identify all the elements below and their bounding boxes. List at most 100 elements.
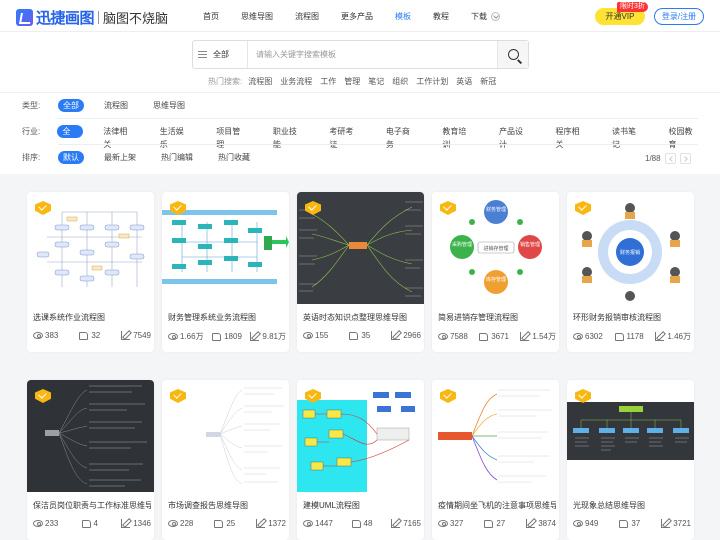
edit-icon [250,332,260,341]
filter-type-flowchart[interactable]: 流程图 [99,99,133,112]
hot-search-item[interactable]: 管理 [344,76,360,87]
template-title[interactable]: 市场调查报告思维导图 [168,500,286,511]
filter-type-mindmap[interactable]: 思维导图 [148,99,190,112]
center-node-text: 财务报销 [620,249,640,256]
template-card[interactable]: 选课系统作业流程图 383 32 7549 [27,192,154,352]
edit-icon [520,332,530,341]
sort-default[interactable]: 默认 [58,150,84,164]
template-thumbnail[interactable] [27,192,154,304]
view-count-value: 233 [45,519,59,528]
filter-industry-option[interactable]: 法律相关 [98,125,140,149]
template-title[interactable]: 环形财务报销审核流程图 [573,312,691,323]
template-title[interactable]: 简易进销存管理流程图 [438,312,556,323]
template-title[interactable]: 建模UML流程图 [303,500,421,511]
login-register-button[interactable]: 登录/注册 [654,8,704,25]
filter-industry-option[interactable]: 读书笔记 [607,125,649,149]
nav-flowchart[interactable]: 流程图 [295,11,319,22]
nav-download[interactable]: 下载 [471,11,500,22]
template-thumbnail[interactable] [297,380,424,492]
filter-industry-option[interactable]: 校园教育 [664,125,706,149]
template-title[interactable]: 疫情期间坐飞机的注意事项思维导图 [438,500,556,511]
edit-icon [256,519,266,528]
search-category-select[interactable]: 全部 [193,41,248,68]
search-button[interactable] [497,41,528,68]
edit-count-value: 1.54万 [532,332,556,341]
edit-count: 1.54万 [520,331,556,342]
eye-icon [33,520,43,527]
like-count: 48 [351,519,372,528]
template-card[interactable]: 市场调查报告思维导图 228 25 1372 [162,380,289,540]
view-count-value: 1.66万 [180,332,204,341]
edit-count-value: 7165 [403,519,421,528]
template-card[interactable]: 光现象总结思维导图 949 37 3721 [567,380,694,540]
template-thumbnail[interactable] [27,380,154,492]
filter-industry-option[interactable]: 生活娱乐 [155,125,197,149]
filter-industry-option[interactable]: 教育培训 [437,125,479,149]
template-thumbnail[interactable] [162,192,289,304]
logo[interactable]: 迅捷画图 脑图不烧脑 [16,7,168,28]
search-input[interactable] [248,41,497,68]
filter-industry-option[interactable]: 电子商务 [381,125,423,149]
nav-mindmap[interactable]: 思维导图 [241,11,273,22]
prev-page-button[interactable] [664,153,676,164]
logo-slogan: 脑图不烧脑 [103,11,169,26]
template-thumbnail[interactable] [432,380,559,492]
like-count-value: 25 [226,519,236,528]
template-title[interactable]: 选课系统作业流程图 [33,312,151,323]
view-count-value: 1447 [315,519,333,528]
hot-search-item[interactable]: 流程图 [248,76,272,87]
nav-templates[interactable]: 模板 [395,11,411,22]
filter-industry-option[interactable]: 产品设计 [494,125,536,149]
template-thumbnail[interactable]: 进销存管理 财务管理 销售管理 库存管理 采购管理 [432,192,559,304]
hot-search-item[interactable]: 笔记 [368,76,384,87]
nav-more-products[interactable]: 更多产品 [341,11,373,22]
nav-tutorials[interactable]: 教程 [433,11,449,22]
template-stats: 233 4 1346 [33,519,151,528]
hot-search-item[interactable]: 组织 [392,76,408,87]
template-thumbnail[interactable] [567,380,694,492]
template-title[interactable]: 保洁员岗位职责与工作标准思维导图 [33,500,151,511]
hot-search-item[interactable]: 英语 [456,76,472,87]
template-card[interactable]: 疫情期间坐飞机的注意事项思维导图 327 27 3874 [432,380,559,540]
template-thumbnail[interactable] [297,192,424,304]
hot-search-item[interactable]: 工作计划 [416,76,448,87]
sort-hot-edit[interactable]: 热门编辑 [156,151,198,164]
template-card[interactable]: 财务报销 环形财务报销审核流程图 6302 1178 1.46万 [567,192,694,352]
edit-count: 7549 [121,331,151,340]
template-title[interactable]: 财务管理系统业务流程图 [168,312,286,323]
sort-newest[interactable]: 最新上架 [99,151,141,164]
nav-home[interactable]: 首页 [203,11,219,22]
filter-type-all[interactable]: 全部 [58,98,84,112]
filter-panel: 类型: 全部 流程图 思维导图 行业: 全部 法律相关 生活娱乐 项目管理 职业… [0,92,720,174]
template-card[interactable]: 建模UML流程图 1447 48 7165 [297,380,424,540]
template-thumbnail[interactable]: 财务报销 [567,192,694,304]
template-card[interactable]: 进销存管理 财务管理 销售管理 库存管理 采购管理 简易进销存管理流程图 758… [432,192,559,352]
hot-search-item[interactable]: 工作 [320,76,336,87]
template-title[interactable]: 光现象总结思维导图 [573,500,691,511]
filter-sort-label: 排序: [22,152,41,162]
thumbs-up-icon [214,519,224,528]
filter-industry-option[interactable]: 考研考证 [324,125,366,149]
sort-hot-favorite[interactable]: 热门收藏 [213,151,255,164]
template-card[interactable]: 财务管理系统业务流程图 1.66万 1809 9.81万 [162,192,289,352]
hot-search-item[interactable]: 业务流程 [280,76,312,87]
template-card[interactable]: 英语时态知识点整理思维导图 155 35 2966 [297,192,424,352]
template-title[interactable]: 英语时态知识点整理思维导图 [303,312,421,323]
edit-count: 1.46万 [655,331,691,342]
node-text: 库存管理 [486,276,506,283]
edit-count: 3721 [661,519,691,528]
template-thumbnail[interactable] [162,380,289,492]
filter-industry-option[interactable]: 项目管理 [211,125,253,149]
view-count: 949 [573,519,598,528]
filter-industry-option[interactable]: 职业技能 [268,125,310,149]
hot-search-item[interactable]: 新冠 [480,76,496,87]
eye-icon [573,520,583,527]
thumbs-up-icon [484,519,494,528]
template-card[interactable]: 保洁员岗位职责与工作标准思维导图 233 4 1346 [27,380,154,540]
filter-industry-option[interactable]: 程序相关 [550,125,592,149]
view-count: 6302 [573,331,603,342]
next-page-button[interactable] [679,153,691,164]
view-count: 1.66万 [168,331,204,342]
filter-industry-all[interactable]: 全部 [57,124,84,149]
like-count-value: 32 [91,331,101,340]
